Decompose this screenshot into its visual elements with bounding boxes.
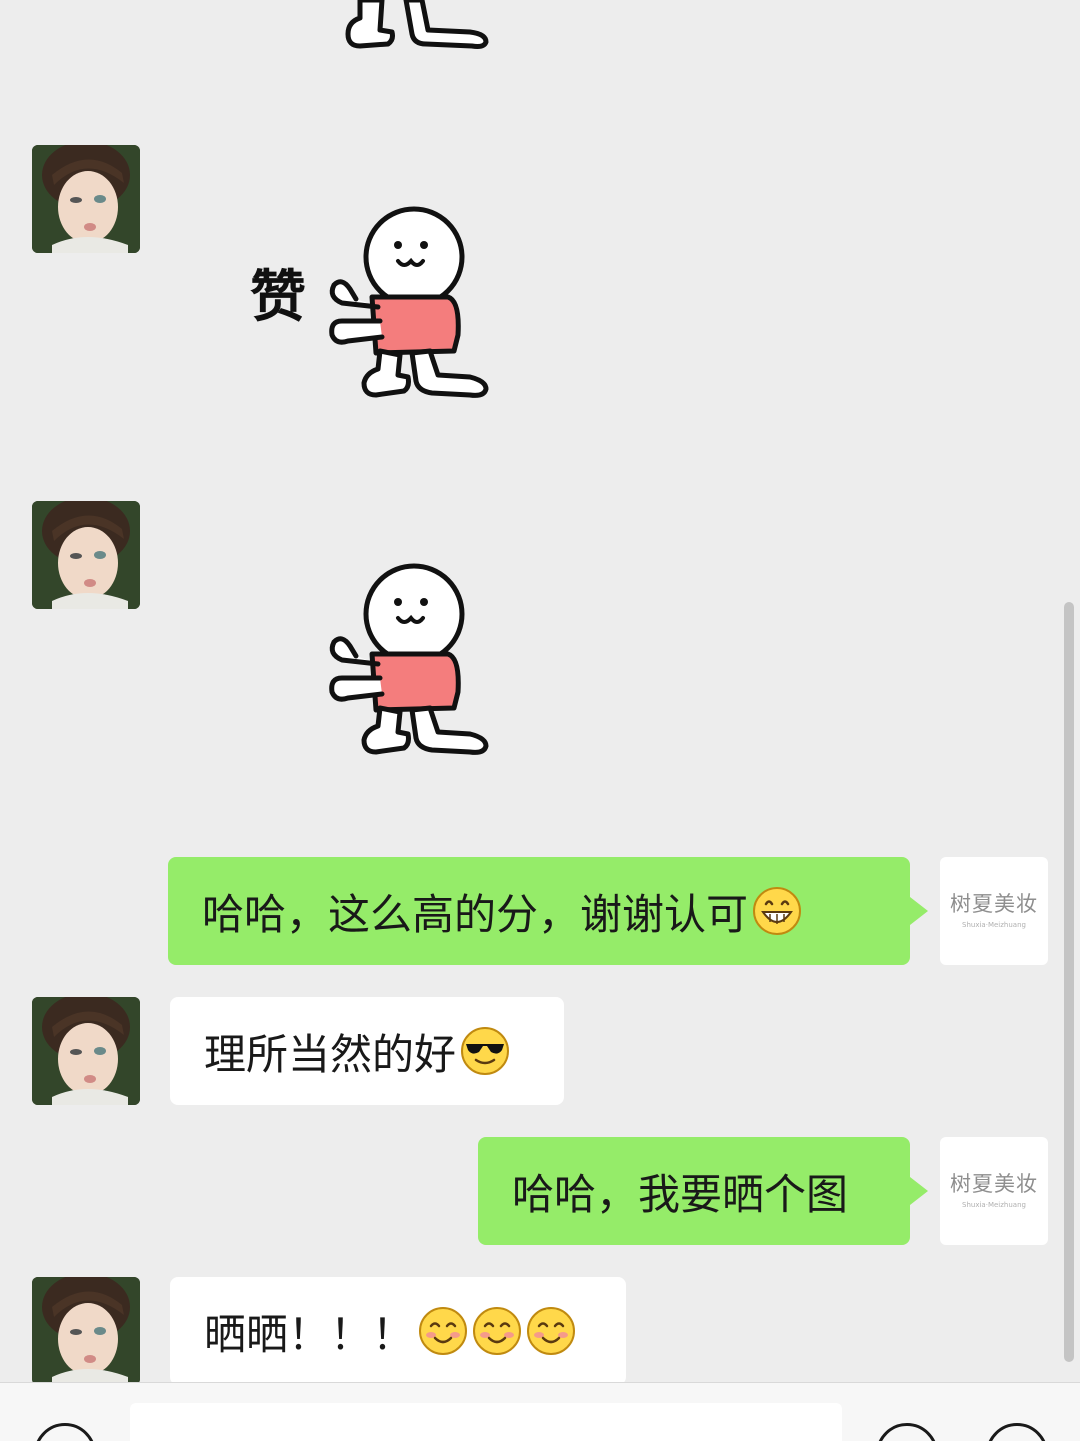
brand-subtitle: Shuxia·Meizhuang [962, 921, 1026, 930]
outgoing-message-bubble[interactable]: 哈哈，我要晒个图 [478, 1137, 928, 1245]
outgoing-message-bubble[interactable]: 哈哈，这么高的分，谢谢认可 [168, 857, 928, 965]
girl-avatar-icon [32, 145, 140, 253]
contact-avatar[interactable] [32, 1277, 140, 1385]
sticker-praise-man[interactable] [320, 562, 500, 767]
sticker-running-man-partial[interactable] [330, 0, 500, 60]
my-avatar[interactable]: 树夏美妆 Shuxia·Meizhuang [940, 1137, 1048, 1245]
brand-name: 树夏美妆 [950, 1171, 1038, 1196]
message-text: 晒晒！！！ [204, 1309, 415, 1359]
brand-name: 树夏美妆 [950, 891, 1038, 916]
girl-avatar-icon [32, 997, 140, 1105]
emoji-button[interactable] [876, 1423, 938, 1441]
chat-scrollbar[interactable] [1064, 602, 1074, 1362]
sticker-zan-label: 赞 [250, 265, 306, 330]
contact-avatar[interactable] [32, 997, 140, 1105]
sticker-praise-man[interactable] [320, 205, 500, 410]
message-input[interactable] [130, 1403, 842, 1441]
message-text: 哈哈，这么高的分，谢谢认可 [202, 889, 749, 939]
incoming-message-bubble[interactable]: 晒晒！！！ [170, 1277, 626, 1385]
contact-avatar[interactable] [32, 145, 140, 253]
voice-toggle-button[interactable] [34, 1423, 96, 1441]
girl-avatar-icon [32, 501, 140, 609]
blush-emoji-icon [473, 1307, 522, 1355]
contact-avatar[interactable] [32, 501, 140, 609]
brand-subtitle: Shuxia·Meizhuang [962, 1201, 1026, 1210]
my-avatar[interactable]: 树夏美妆 Shuxia·Meizhuang [940, 857, 1048, 965]
more-options-button[interactable] [986, 1423, 1048, 1441]
sunglasses-emoji-icon [461, 1027, 510, 1075]
message-input-bar [0, 1382, 1080, 1441]
message-text: 哈哈，我要晒个图 [512, 1169, 849, 1219]
message-text: 理所当然的好 [204, 1029, 457, 1079]
incoming-message-bubble[interactable]: 理所当然的好 [170, 997, 564, 1105]
blush-emoji-icon [419, 1307, 468, 1355]
grinning-emoji-icon [753, 887, 802, 935]
girl-avatar-icon [32, 1277, 140, 1385]
blush-emoji-icon [527, 1307, 576, 1355]
